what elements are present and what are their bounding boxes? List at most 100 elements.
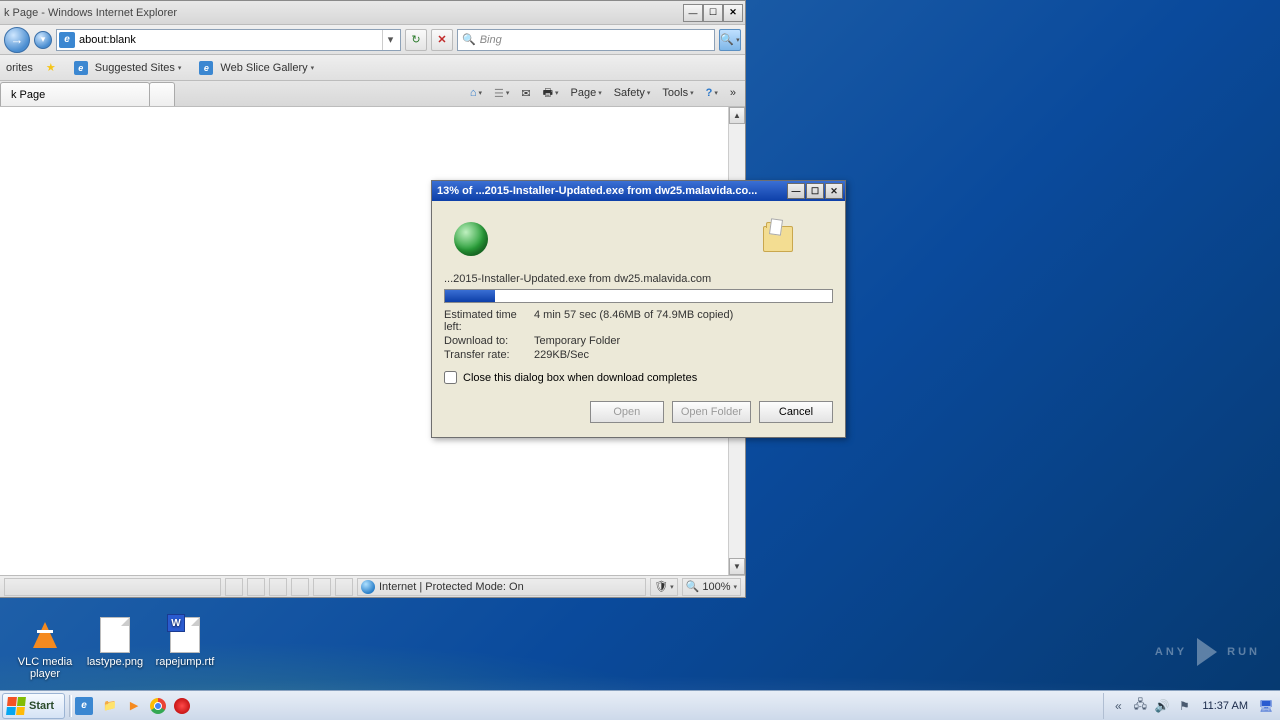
tray-flag-icon[interactable]: ⚑ (1176, 698, 1192, 714)
ie-status-bar: Internet | Protected Mode: On 🛡▾ 🔍 100% … (0, 575, 745, 597)
chrome-icon (150, 698, 166, 714)
cancel-button[interactable]: Cancel (759, 401, 833, 423)
safety-menu[interactable]: Safety▾ (611, 85, 654, 101)
read-mail-button[interactable]: ✉ (518, 85, 533, 102)
tray-network-icon[interactable]: 🖧 (1132, 698, 1148, 714)
progress-fill (445, 290, 495, 302)
ie-nav-toolbar: → ▾ e ▾ ↻ ✕ 🔍 Bing 🔍▾ (0, 25, 745, 55)
desktop-icon-label: VLC media player (10, 656, 80, 680)
tab-label: k Page (11, 89, 45, 101)
help-button[interactable]: ?▾ (703, 85, 721, 101)
web-slice-gallery-link[interactable]: e Web Slice Gallery ▾ (194, 58, 319, 78)
desktop: VLC media player lastype.png W rapejump.… (0, 0, 1280, 720)
ie-page-icon: e (74, 61, 88, 75)
nav-history-button[interactable]: ▾ (34, 31, 52, 49)
browser-tab[interactable]: k Page (0, 82, 150, 106)
command-bar: ⌂▾ ☰▾ ✉ 🖶▾ Page▾ Safety▾ Tools▾ ?▾ » (461, 80, 745, 106)
search-go-button[interactable]: 🔍▾ (719, 29, 741, 51)
zoom-level: 100% (702, 581, 730, 593)
ie-icon: e (75, 697, 93, 715)
address-dropdown-button[interactable]: ▾ (382, 30, 398, 50)
page-label: Page (571, 87, 597, 99)
close-when-done-input[interactable] (444, 371, 457, 384)
page-menu[interactable]: Page▾ (568, 85, 605, 101)
folder-icon (763, 226, 793, 252)
refresh-button[interactable]: ↻ (405, 29, 427, 51)
taskbar-clock[interactable]: 11:37 AM (1198, 700, 1252, 712)
favorites-label: orites (6, 62, 33, 74)
watermark-text: RUN (1227, 646, 1260, 658)
stop-icon: ✕ (437, 33, 446, 46)
stop-button[interactable]: ✕ (431, 29, 453, 51)
rss-icon: ☰ (494, 87, 504, 100)
windows-flag-icon (6, 697, 26, 715)
desktop-icon-rapejump[interactable]: W rapejump.rtf (150, 616, 220, 668)
dest-value: Temporary Folder (534, 335, 833, 347)
eta-value: 4 min 57 sec (8.46MB of 74.9MB copied) (534, 309, 833, 333)
new-tab-button[interactable] (149, 82, 175, 106)
tray-expand-button[interactable]: « (1110, 698, 1126, 714)
search-icon: 🔍 (462, 33, 476, 46)
suggested-sites-link[interactable]: e Suggested Sites ▾ (69, 58, 187, 78)
help-icon: ? (706, 87, 713, 99)
internet-zone-icon (361, 580, 375, 594)
taskbar-media-button[interactable]: ▶ (122, 694, 146, 718)
download-title: 13% of ...2015-Installer-Updated.exe fro… (437, 185, 786, 197)
add-favorite-button[interactable]: ★ (41, 58, 61, 77)
start-button[interactable]: Start (2, 693, 65, 719)
web-slice-label: Web Slice Gallery (220, 62, 307, 74)
status-cell (269, 578, 287, 596)
suggested-sites-label: Suggested Sites (95, 62, 175, 74)
print-button[interactable]: 🖶▾ (540, 82, 562, 105)
scroll-up-button[interactable]: ▲ (729, 107, 745, 124)
status-cell (291, 578, 309, 596)
tools-menu[interactable]: Tools▾ (659, 85, 696, 101)
home-button[interactable]: ⌂▾ (467, 85, 485, 101)
minimize-button[interactable]: — (787, 183, 805, 199)
download-animation (444, 211, 833, 267)
zoom-icon: 🔍 (686, 580, 700, 593)
feeds-button[interactable]: ☰▾ (491, 85, 512, 102)
taskbar: Start e 📁 ▶ « 🖧 🔊 ⚑ 11:37 AM 🖥 (0, 690, 1280, 720)
forward-button[interactable]: → (4, 27, 30, 53)
tray-monitor-icon[interactable]: 🖥 (1258, 698, 1274, 714)
address-input[interactable] (79, 34, 382, 46)
close-button[interactable]: ✕ (723, 4, 743, 22)
ie-titlebar[interactable]: k Page - Windows Internet Explorer — ☐ ✕ (0, 1, 745, 25)
protected-mode-icon[interactable]: 🛡▾ (650, 578, 677, 596)
ie-window-title: k Page - Windows Internet Explorer (4, 7, 683, 19)
taskbar-ie-button[interactable]: e (74, 694, 98, 718)
toolbar-chevron[interactable]: » (727, 85, 739, 101)
open-folder-button[interactable]: Open Folder (672, 401, 751, 423)
minimize-button[interactable]: — (683, 4, 703, 22)
search-placeholder: Bing (480, 34, 502, 46)
status-cell (313, 578, 331, 596)
taskbar-opera-button[interactable] (170, 694, 194, 718)
taskbar-explorer-button[interactable]: 📁 (98, 694, 122, 718)
address-bar[interactable]: e ▾ (56, 29, 401, 51)
folder-icon: 📁 (103, 699, 117, 712)
close-button[interactable]: ✕ (825, 183, 843, 199)
open-button[interactable]: Open (590, 401, 664, 423)
download-buttons: Open Open Folder Cancel (444, 401, 833, 427)
scroll-down-button[interactable]: ▼ (729, 558, 745, 575)
maximize-button[interactable]: ☐ (806, 183, 824, 199)
ie-page-icon: e (59, 32, 75, 48)
play-icon: ▶ (130, 699, 138, 712)
desktop-icon-vlc[interactable]: VLC media player (10, 616, 80, 680)
download-titlebar[interactable]: 13% of ...2015-Installer-Updated.exe fro… (432, 181, 845, 201)
tray-volume-icon[interactable]: 🔊 (1154, 698, 1170, 714)
tab-bar: k Page ⌂▾ ☰▾ ✉ 🖶▾ Page▾ Safety▾ Tools▾ ?… (0, 81, 745, 107)
security-zone[interactable]: Internet | Protected Mode: On (357, 578, 646, 596)
download-file-line: ...2015-Installer-Updated.exe from dw25.… (444, 273, 833, 285)
maximize-button[interactable]: ☐ (703, 4, 723, 22)
anyrun-watermark: ANY RUN (1155, 638, 1260, 666)
close-when-done-label: Close this dialog box when download comp… (463, 372, 697, 384)
zoom-control[interactable]: 🔍 100% ▾ (682, 578, 741, 596)
search-box[interactable]: 🔍 Bing (457, 29, 715, 51)
taskbar-chrome-button[interactable] (146, 694, 170, 718)
mail-icon: ✉ (521, 87, 530, 100)
desktop-icon-lastype[interactable]: lastype.png (80, 616, 150, 668)
close-when-done-checkbox[interactable]: Close this dialog box when download comp… (444, 371, 833, 384)
zone-label: Internet | Protected Mode: On (379, 581, 524, 593)
